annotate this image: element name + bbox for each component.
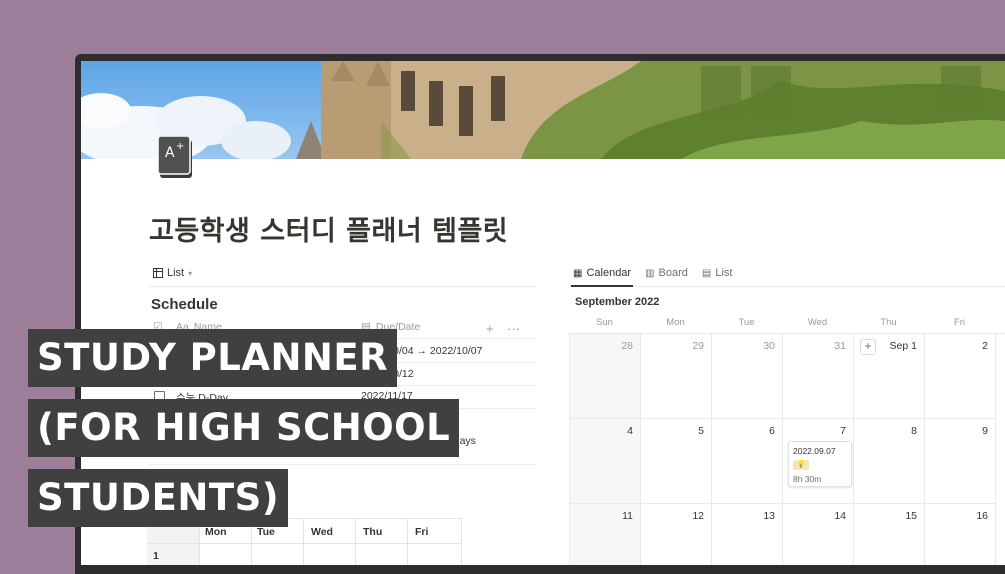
dow-sun: Sun: [596, 317, 613, 328]
svg-text:A: A: [165, 145, 175, 161]
event-duration: 8h 30m: [793, 474, 822, 484]
section-divider: [149, 464, 536, 465]
list-view-switch[interactable]: List ▾: [153, 267, 192, 279]
calendar-day-cell[interactable]: 8: [854, 419, 925, 504]
calendar-day-cell[interactable]: 15: [854, 504, 925, 565]
calendar-day-cell[interactable]: + Sep 1: [854, 334, 925, 419]
calendar-day-cell[interactable]: 12: [641, 504, 712, 565]
calendar-icon: ▦: [573, 267, 583, 279]
timetable-divider: [461, 519, 462, 565]
more-options-button[interactable]: ···: [507, 321, 520, 336]
tab-board-label: Board: [658, 267, 688, 279]
schedule-title: Schedule: [151, 296, 218, 313]
calendar-day-cell[interactable]: 4: [570, 419, 641, 504]
day-number: 14: [834, 510, 846, 522]
timetable-row-label: 1: [153, 550, 159, 562]
more-icon: ···: [507, 321, 520, 336]
add-event-button[interactable]: +: [860, 339, 876, 355]
calendar-day-cell[interactable]: 30: [712, 334, 783, 419]
event-tag-lightbulb-icon: 💡: [793, 460, 809, 470]
calendar-month-title: September 2022: [575, 296, 660, 308]
caption-line-3: STUDENTS): [28, 469, 289, 527]
day-number: 31: [834, 340, 846, 352]
tab-board[interactable]: ▥ Board: [645, 267, 688, 279]
cover-illustration: [81, 61, 1005, 159]
dow-fri: Fri: [953, 317, 966, 328]
page-icon-grade-book[interactable]: A +: [157, 135, 194, 180]
calendar-view-tabs: ▦ Calendar ▥ Board ▤ List: [573, 267, 732, 279]
calendar-day-cell[interactable]: 5: [641, 419, 712, 504]
tab-calendar[interactable]: ▦ Calendar: [573, 267, 631, 279]
table-icon: [153, 268, 163, 278]
timetable-divider: [303, 519, 304, 565]
calendar-day-cell[interactable]: 31: [783, 334, 854, 419]
event-title: 2022.09.07: [793, 446, 836, 456]
calendar-event-card[interactable]: 2022.09.07 💡 8h 30m: [788, 441, 852, 487]
dow-mon: Mon: [666, 317, 685, 328]
day-number: 8: [911, 425, 917, 437]
dow-thu: Thu: [880, 317, 897, 328]
caption-line-1: STUDY PLANNER: [28, 329, 398, 387]
list-divider: [149, 286, 536, 287]
timetable-header-fri: Fri: [415, 526, 429, 538]
timetable-header-thu: Thu: [363, 526, 383, 538]
day-number: 28: [621, 340, 633, 352]
timetable-divider: [355, 519, 356, 565]
cover-image[interactable]: [81, 61, 1005, 159]
day-number: 4: [627, 425, 633, 437]
calendar-day-cell[interactable]: 11: [570, 504, 641, 565]
calendar-day-cell[interactable]: 13: [712, 504, 783, 565]
caption-line-2: (FOR HIGH SCHOOL: [28, 399, 460, 457]
day-number: Sep 1: [889, 340, 917, 352]
active-tab-indicator: [571, 285, 633, 287]
calendar-day-cell[interactable]: 29: [641, 334, 712, 419]
calendar-day-cell[interactable]: 28: [570, 334, 641, 419]
timetable-divider: [407, 519, 408, 565]
plus-icon: +: [486, 321, 494, 336]
day-number: 7: [840, 425, 846, 437]
day-number: 5: [698, 425, 704, 437]
day-number: 29: [692, 340, 704, 352]
timetable-header-wed: Wed: [311, 526, 333, 538]
calendar-day-cell[interactable]: 14: [783, 504, 854, 565]
tab-list-label: List: [715, 267, 733, 279]
calendar-day-cell[interactable]: 16: [925, 504, 996, 565]
day-number: 11: [622, 510, 633, 522]
svg-text:+: +: [176, 141, 184, 152]
page-title: 고등학생 스터디 플래너 템플릿: [149, 216, 509, 247]
day-number: 13: [763, 510, 775, 522]
day-number: 15: [905, 510, 917, 522]
tab-calendar-label: Calendar: [586, 267, 632, 279]
calendar-grid: 28 29 30 31 + Sep 1 2 4 5 6 7 2022.09.07…: [569, 333, 1005, 565]
calendar-divider: [569, 286, 1005, 287]
day-number: 6: [769, 425, 775, 437]
calendar-day-cell[interactable]: 2: [925, 334, 996, 419]
timetable-header-divider: [147, 543, 462, 544]
calendar-day-cell[interactable]: 6: [712, 419, 783, 504]
timetable-header-tue: Tue: [257, 526, 275, 538]
day-number: 16: [976, 510, 988, 522]
tab-list[interactable]: ▤ List: [702, 267, 733, 279]
dow-tue: Tue: [738, 317, 755, 328]
list-icon: ▤: [701, 267, 712, 279]
day-number: 9: [982, 425, 988, 437]
add-property-button[interactable]: +: [486, 321, 494, 336]
board-icon: ▥: [645, 267, 655, 279]
book-a-plus-icon: A +: [157, 135, 192, 178]
day-number: 12: [692, 510, 704, 522]
calendar-day-cell[interactable]: 9: [925, 419, 996, 504]
day-number: 2: [982, 340, 988, 352]
dow-wed: Wed: [807, 317, 828, 328]
timetable-header-mon: Mon: [205, 526, 227, 538]
calendar-day-cell[interactable]: 7 2022.09.07 💡 8h 30m: [783, 419, 854, 504]
chevron-down-icon: ▾: [188, 268, 193, 278]
day-number: 30: [763, 340, 775, 352]
list-view-label: List: [167, 267, 185, 279]
